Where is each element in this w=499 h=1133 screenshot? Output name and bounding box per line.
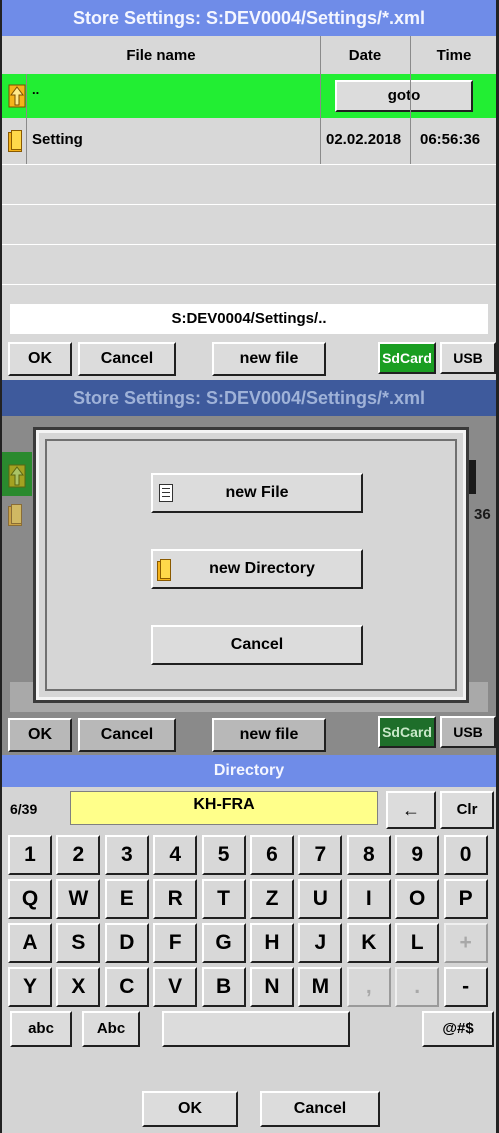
usb-button: USB [440, 716, 496, 748]
dialog-cancel-button[interactable]: Cancel [151, 625, 363, 665]
divider [2, 284, 496, 285]
row-name: .. [32, 82, 40, 97]
key-period: . [395, 967, 440, 1007]
key-s[interactable]: S [56, 923, 101, 963]
char-counter: 6/39 [10, 801, 38, 817]
window-title: Store Settings: S:DEV0004/Settings/*.xml [2, 0, 496, 36]
column-header-file-name: File name [126, 47, 196, 64]
up-arrow-icon [8, 84, 26, 108]
lowercase-mode-key[interactable]: abc [10, 1011, 72, 1047]
keyboard-screen: Directory 6/39 KH-FRA ← Clr 1 2 3 4 5 6 … [0, 755, 499, 1133]
key-d[interactable]: D [104, 923, 149, 963]
key-o[interactable]: O [395, 879, 440, 919]
new-file-option-button[interactable]: new File [151, 473, 363, 513]
key-5[interactable]: 5 [201, 835, 246, 875]
key-j[interactable]: J [298, 923, 343, 963]
key-z[interactable]: Z [250, 879, 294, 919]
sdcard-button: SdCard [378, 716, 436, 748]
file-browser-screen: Store Settings: S:DEV0004/Settings/*.xml… [0, 0, 499, 380]
ok-button: OK [8, 718, 72, 752]
key-y[interactable]: Y [8, 967, 52, 1007]
sdcard-button[interactable]: SdCard [378, 342, 436, 374]
new-directory-label: new Directory [209, 560, 315, 577]
new-directory-option-button[interactable]: new Directory [151, 549, 363, 589]
key-4[interactable]: 4 [153, 835, 198, 875]
row-name: Setting [32, 131, 83, 148]
key-f[interactable]: F [153, 923, 198, 963]
column-header-date: Date [348, 47, 382, 64]
new-file-button[interactable]: new file [212, 342, 326, 376]
ok-button[interactable]: OK [8, 342, 72, 376]
goto-button[interactable]: goto [335, 80, 473, 112]
divider [320, 36, 321, 164]
key-h[interactable]: H [250, 923, 294, 963]
key-2[interactable]: 2 [56, 835, 101, 875]
new-item-dialog: new File new Directory Cancel [33, 427, 469, 703]
new-file-label: new File [225, 484, 289, 501]
new-file-button: new file [212, 718, 326, 752]
table-row-parent-dir[interactable]: .. goto [2, 74, 496, 118]
space-key[interactable] [162, 1011, 350, 1047]
key-u[interactable]: U [298, 879, 343, 919]
ok-button[interactable]: OK [142, 1091, 238, 1127]
key-p[interactable]: P [443, 879, 488, 919]
key-t[interactable]: T [201, 879, 246, 919]
column-header-time: Time [436, 47, 472, 64]
row-date: 02.02.2018 [326, 131, 402, 148]
divider [410, 36, 411, 164]
cancel-button: Cancel [78, 718, 176, 752]
key-l[interactable]: L [395, 923, 440, 963]
key-i[interactable]: I [346, 879, 391, 919]
key-minus[interactable]: - [443, 967, 488, 1007]
key-b[interactable]: B [201, 967, 246, 1007]
key-c[interactable]: C [104, 967, 149, 1007]
new-item-dialog-screen: Store Settings: S:DEV0004/Settings/*.xml… [0, 380, 499, 755]
folder-icon [157, 559, 173, 581]
key-r[interactable]: R [153, 879, 198, 919]
current-path: S:DEV0004/Settings/.. [10, 304, 488, 334]
folder-icon [8, 130, 24, 152]
key-8[interactable]: 8 [346, 835, 391, 875]
divider [2, 164, 496, 165]
row-time: 06:56:36 [420, 131, 481, 148]
key-q[interactable]: Q [8, 879, 52, 919]
divider [2, 204, 496, 205]
key-x[interactable]: X [56, 967, 101, 1007]
backspace-button[interactable]: ← [386, 791, 436, 829]
key-w[interactable]: W [56, 879, 101, 919]
key-k[interactable]: K [346, 923, 391, 963]
cancel-button[interactable]: Cancel [78, 342, 176, 376]
divider [2, 244, 496, 245]
window-title: Directory [2, 755, 496, 787]
key-0[interactable]: 0 [443, 835, 488, 875]
divider [26, 74, 27, 164]
document-icon [159, 484, 173, 502]
key-9[interactable]: 9 [395, 835, 440, 875]
key-g[interactable]: G [201, 923, 246, 963]
up-arrow-icon [8, 464, 26, 488]
key-n[interactable]: N [250, 967, 294, 1007]
cancel-button[interactable]: Cancel [260, 1091, 380, 1127]
key-3[interactable]: 3 [104, 835, 149, 875]
key-m[interactable]: M [298, 967, 343, 1007]
symbols-mode-key[interactable]: @#$ [422, 1011, 494, 1047]
clear-button[interactable]: Clr [440, 791, 494, 829]
key-7[interactable]: 7 [298, 835, 343, 875]
row-time-partial: 36 [474, 506, 491, 523]
key-1[interactable]: 1 [8, 835, 52, 875]
folder-icon [8, 504, 24, 526]
key-a[interactable]: A [8, 923, 52, 963]
shift-mode-key[interactable]: Abc [82, 1011, 140, 1047]
window-title: Store Settings: S:DEV0004/Settings/*.xml [2, 380, 496, 416]
key-6[interactable]: 6 [250, 835, 294, 875]
usb-button[interactable]: USB [440, 342, 496, 374]
directory-name-input[interactable]: KH-FRA [70, 791, 378, 825]
key-e[interactable]: E [104, 879, 149, 919]
key-plus: + [443, 923, 488, 963]
key-v[interactable]: V [153, 967, 198, 1007]
key-comma: , [346, 967, 391, 1007]
table-row-setting[interactable]: Setting 02.02.2018 06:56:36 [2, 118, 496, 164]
